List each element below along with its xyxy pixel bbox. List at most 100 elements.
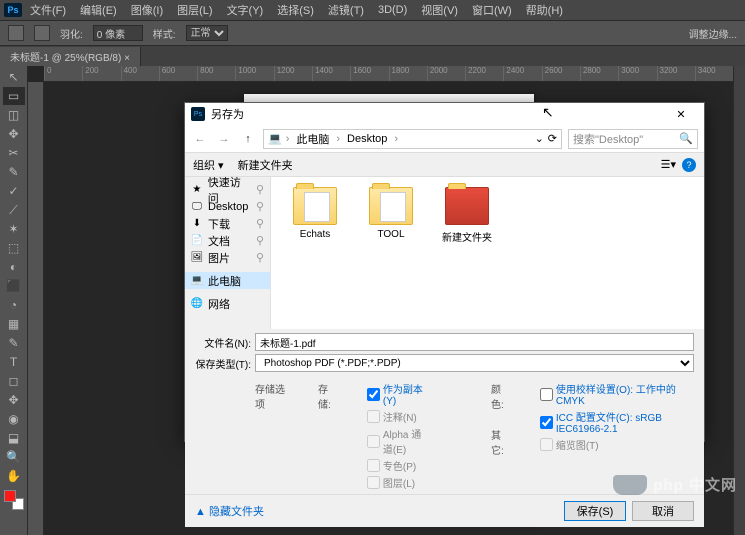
tool-1[interactable]: ▭ (3, 87, 25, 105)
tool-18[interactable]: ◉ (3, 410, 25, 428)
tool-16[interactable]: ◻ (3, 372, 25, 390)
other-label: 其它: (491, 431, 504, 457)
dialog-titlebar[interactable]: Ps 另存为 ✕ (185, 103, 704, 125)
sidebar-item-6[interactable]: 🌐网络 (185, 295, 270, 312)
sidebar-item-1[interactable]: 🖵Desktop⚲ (185, 198, 270, 215)
menu-help[interactable]: 帮助(H) (520, 0, 569, 20)
menu-3d[interactable]: 3D(D) (372, 2, 413, 18)
color-swatches[interactable] (4, 490, 24, 510)
pin-icon[interactable]: ⚲ (256, 234, 264, 247)
search-icon: 🔍 (679, 132, 693, 145)
tool-11[interactable]: ⬛ (3, 277, 25, 295)
forward-icon: → (215, 130, 233, 148)
type-select[interactable]: Photoshop PDF (*.PDF;*.PDP) (255, 354, 694, 372)
thumb-opt: 缩览图(T) (540, 437, 694, 452)
menu-layer[interactable]: 图层(L) (171, 0, 218, 20)
tool-17[interactable]: ✥ (3, 391, 25, 409)
options-bar: 羽化: 样式: 正常 调整边缘... (0, 20, 745, 46)
store-opt-0[interactable]: 作为副本(Y) (367, 381, 431, 407)
doc-tab[interactable]: 未标题-1 @ 25%(RGB/8) × (0, 47, 141, 66)
store-opt-3: 专色(P) (367, 458, 431, 473)
cancel-button[interactable]: 取消 (632, 501, 694, 521)
ps-logo: Ps (4, 3, 22, 17)
menu-type[interactable]: 文字(Y) (221, 0, 270, 20)
tool-20[interactable]: 🔍 (3, 448, 25, 466)
tool-6[interactable]: ✓ (3, 182, 25, 200)
folder-item[interactable]: Echats (285, 187, 345, 319)
php-logo-icon (613, 475, 647, 495)
folder-item[interactable]: TOOL (361, 187, 421, 319)
filename-input[interactable] (255, 333, 694, 351)
folder-item[interactable]: 新建文件夹 (437, 187, 497, 319)
refresh-icon[interactable]: ⟳ (548, 132, 557, 145)
tool-21[interactable]: ✋ (3, 467, 25, 485)
tool-10[interactable]: ◐ (3, 258, 25, 276)
sidebar-item-0[interactable]: ★快速访问⚲ (185, 181, 270, 198)
color-label: 颜色: (491, 385, 504, 411)
store-opt-1: 注释(N) (367, 409, 431, 424)
menu-filter[interactable]: 滤镜(T) (322, 0, 370, 20)
tool-14[interactable]: ✎ (3, 334, 25, 352)
pin-icon[interactable]: ⚲ (256, 183, 264, 196)
back-icon[interactable]: ← (191, 130, 209, 148)
tool-3[interactable]: ✥ (3, 125, 25, 143)
pin-icon[interactable]: ⚲ (256, 200, 264, 213)
tool-12[interactable]: ◔ (3, 296, 25, 314)
feather-label: 羽化: (60, 26, 83, 41)
style-select[interactable]: 正常 (186, 25, 228, 41)
tool-15[interactable]: T (3, 353, 25, 371)
sb-icon: 🖵 (191, 201, 203, 213)
tool-preset-icon[interactable] (8, 25, 24, 41)
menu-view[interactable]: 视图(V) (415, 0, 464, 20)
menu-select[interactable]: 选择(S) (271, 0, 320, 20)
tool-9[interactable]: ⬚ (3, 239, 25, 257)
crumb-pc[interactable]: 此电脑 (293, 131, 332, 147)
save-button[interactable]: 保存(S) (564, 501, 626, 521)
new-folder-button[interactable]: 新建文件夹 (238, 157, 293, 173)
crumb-desktop[interactable]: Desktop (344, 133, 390, 145)
organize-menu[interactable]: 组织 ▾ (193, 157, 224, 173)
up-icon[interactable]: ↑ (239, 130, 257, 148)
search-input[interactable]: 搜索"Desktop" 🔍 (568, 129, 698, 149)
address-bar[interactable]: 💻 › 此电脑 › Desktop › ⌄ ⟳ (263, 129, 562, 149)
folder-icon (293, 187, 337, 225)
tool-4[interactable]: ✂ (3, 144, 25, 162)
dialog-toolbar: 组织 ▾ 新建文件夹 ☰▾ ? (185, 153, 704, 177)
view-icon[interactable]: ☰▾ (661, 158, 676, 171)
tool-13[interactable]: ▦ (3, 315, 25, 333)
file-pane[interactable]: Echats TOOL 新建文件夹 (271, 177, 704, 329)
help-icon[interactable]: ? (682, 158, 696, 172)
feather-input[interactable] (93, 25, 143, 41)
menu-file[interactable]: 文件(F) (24, 0, 72, 20)
marquee-icon[interactable] (34, 25, 50, 41)
menu-edit[interactable]: 编辑(E) (74, 0, 123, 20)
folder-icon (445, 187, 489, 225)
hide-folders-link[interactable]: ▲ 隐藏文件夹 (195, 503, 264, 519)
close-icon[interactable]: ✕ (664, 103, 698, 125)
tool-0[interactable]: ↖ (3, 68, 25, 86)
color-opt-0[interactable]: 使用校样设置(O): 工作中的 CMYK (540, 381, 694, 407)
refine-edge[interactable]: 调整边缘... (689, 26, 737, 41)
panel-dock[interactable] (733, 66, 745, 535)
dialog-title: 另存为 (211, 106, 244, 122)
tool-19[interactable]: ⬓ (3, 429, 25, 447)
pin-icon[interactable]: ⚲ (256, 251, 264, 264)
sidebar-item-4[interactable]: 🖼图片⚲ (185, 249, 270, 266)
tool-2[interactable]: ◫ (3, 106, 25, 124)
store-opt-4: 图层(L) (367, 475, 431, 490)
tool-5[interactable]: ✎ (3, 163, 25, 181)
menu-image[interactable]: 图像(I) (125, 0, 169, 20)
sidebar-item-2[interactable]: ⬇下载⚲ (185, 215, 270, 232)
sb-icon: ⬇ (191, 218, 203, 230)
tool-8[interactable]: ✶ (3, 220, 25, 238)
menu-window[interactable]: 窗口(W) (466, 0, 518, 20)
sidebar-item-3[interactable]: 📄文档⚲ (185, 232, 270, 249)
style-label: 样式: (153, 26, 176, 41)
tool-7[interactable]: ⟋ (3, 201, 25, 219)
color-opt-1[interactable]: ICC 配置文件(C): sRGB IEC61966-2.1 (540, 409, 694, 435)
dropdown-icon[interactable]: ⌄ (535, 132, 544, 145)
sidebar-item-5[interactable]: 💻此电脑 (185, 272, 270, 289)
pin-icon[interactable]: ⚲ (256, 217, 264, 230)
toolbox: ↖▭◫✥✂✎✓⟋✶⬚◐⬛◔▦✎T◻✥◉⬓🔍✋ (0, 66, 28, 535)
close-tab-icon[interactable]: × (124, 53, 130, 64)
